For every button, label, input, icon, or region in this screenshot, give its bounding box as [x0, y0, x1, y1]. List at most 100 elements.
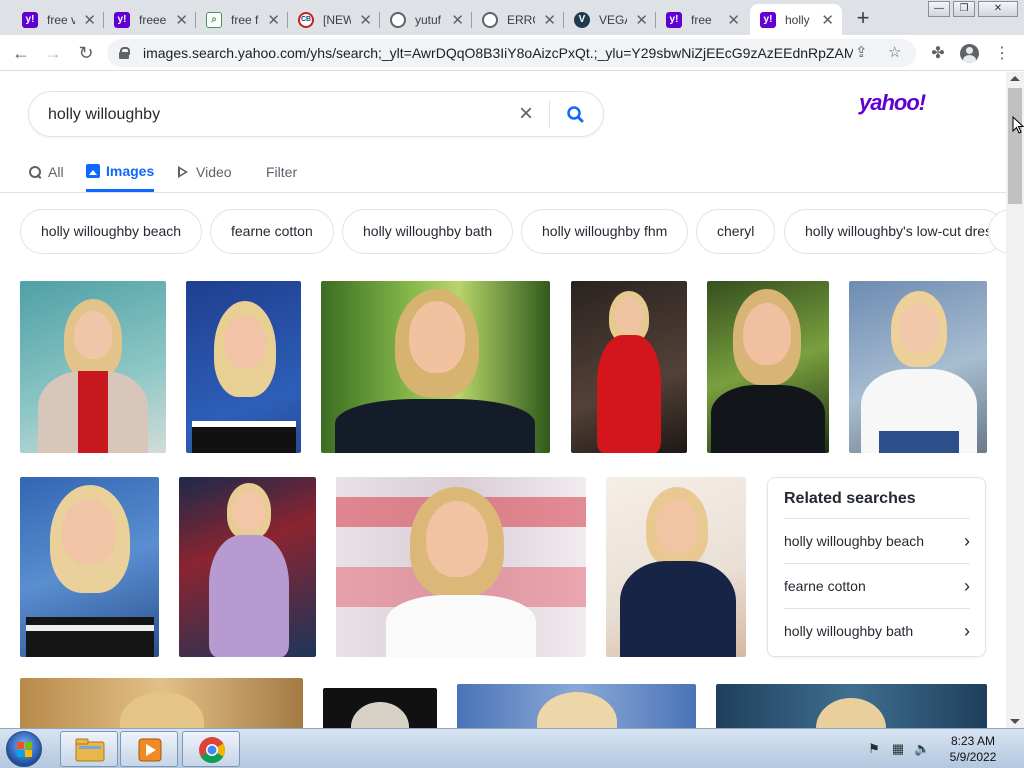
tab-label: [NEW: [323, 12, 351, 27]
search-vertical-tabs: All Images Video Filter: [0, 152, 1006, 193]
lock-icon[interactable]: [119, 47, 130, 59]
bookmark-star-icon[interactable]: ☆: [888, 43, 901, 61]
new-tab-plus-icon[interactable]: +: [853, 5, 873, 31]
image-result[interactable]: [323, 688, 437, 728]
suggestion-pill[interactable]: holly willoughby bath: [342, 209, 514, 254]
scroll-up-arrow-icon[interactable]: [1010, 76, 1020, 81]
scrollbar-thumb[interactable]: [1008, 88, 1022, 204]
page-scrollbar[interactable]: [1006, 72, 1024, 728]
forward-arrow-icon[interactable]: →: [40, 40, 66, 66]
suggestion-pill[interactable]: fearne cotton: [210, 209, 334, 254]
yahoo-icon: y!: [114, 11, 130, 28]
yahoo-logo[interactable]: yahoo!: [859, 90, 926, 116]
tab-label: free v: [47, 12, 75, 27]
related-search-item[interactable]: holly willoughby beach ›: [784, 518, 970, 563]
image-result[interactable]: [179, 477, 316, 657]
browser-tab[interactable]: V VEGA ✕: [564, 4, 656, 35]
tab-images[interactable]: Images: [86, 152, 155, 192]
extensions-puzzle-icon[interactable]: ✤: [928, 43, 948, 63]
browser-tab[interactable]: y! free v ✕: [12, 4, 104, 35]
tab-filter[interactable]: Filter: [266, 152, 297, 192]
browser-tab[interactable]: CB [NEW ✕: [288, 4, 380, 35]
globe-icon: [482, 11, 498, 28]
image-result[interactable]: [707, 281, 829, 453]
close-icon[interactable]: ✕: [821, 11, 834, 29]
scroll-down-arrow-icon[interactable]: [1010, 719, 1020, 724]
reload-icon[interactable]: ↻: [73, 40, 99, 66]
browser-tab[interactable]: y! freee ✕: [104, 4, 196, 35]
play-icon: [176, 165, 190, 179]
browser-tab[interactable]: yutuf ✕: [380, 4, 472, 35]
close-icon[interactable]: ✕: [727, 11, 740, 29]
browser-tab-active[interactable]: y! holly ✕: [750, 4, 842, 35]
minimize-icon[interactable]: —: [928, 1, 950, 17]
image-result[interactable]: [606, 477, 746, 657]
search-input[interactable]: [48, 103, 498, 127]
image-result[interactable]: [20, 678, 303, 728]
image-icon: [86, 163, 100, 178]
yahoo-icon: y!: [760, 11, 776, 28]
search-box: ×: [28, 91, 604, 137]
media-player-taskbar-button[interactable]: [120, 731, 178, 767]
browser-tab[interactable]: ⌕ free f ✕: [196, 4, 288, 35]
window-close-icon[interactable]: ✕: [978, 1, 1018, 17]
close-icon[interactable]: ✕: [543, 11, 556, 29]
suggestion-pill[interactable]: holly willoughby beach: [20, 209, 203, 254]
clear-x-icon[interactable]: ×: [513, 101, 539, 127]
volume-icon[interactable]: 🔈: [914, 741, 930, 757]
image-result[interactable]: [336, 477, 586, 657]
news-icon: CB: [298, 11, 314, 28]
search-icon: [28, 165, 42, 179]
yahoo-icon: y!: [666, 11, 682, 28]
kebab-menu-icon[interactable]: ⋮: [992, 43, 1012, 63]
windows-logo-icon: [17, 742, 33, 758]
chrome-taskbar-button[interactable]: [182, 731, 240, 767]
restore-icon[interactable]: ❐: [953, 1, 975, 17]
windows-start-button[interactable]: [6, 731, 42, 767]
tab-label: holly: [785, 12, 810, 27]
image-result[interactable]: [849, 281, 987, 453]
tab-all[interactable]: All: [28, 152, 64, 192]
browser-tab[interactable]: ERRO ✕: [472, 4, 564, 35]
windows-taskbar: ⚑ ▦ 🔈 8:23 AM 5/9/2022: [0, 728, 1024, 768]
related-searches-title: Related searches: [784, 490, 916, 507]
tab-label: free f: [231, 12, 259, 27]
image-result[interactable]: [20, 281, 166, 453]
folder-icon: [75, 738, 105, 762]
profile-avatar-icon[interactable]: [960, 44, 979, 63]
image-result[interactable]: [571, 281, 687, 453]
close-icon[interactable]: ✕: [451, 11, 464, 29]
tab-label: freee: [139, 12, 167, 27]
suggestion-pill[interactable]: holly willoughby's low-cut dres: [784, 209, 1004, 254]
related-search-item[interactable]: holly willoughby bath ›: [784, 608, 970, 653]
close-icon[interactable]: ✕: [359, 11, 372, 29]
image-result[interactable]: [186, 281, 301, 453]
globe-icon: [390, 11, 406, 28]
close-icon[interactable]: ✕: [83, 11, 96, 29]
search-magnifier-icon[interactable]: [560, 101, 590, 129]
search-doc-icon: ⌕: [206, 11, 222, 28]
chevron-right-icon: ›: [964, 621, 970, 641]
file-explorer-taskbar-button[interactable]: [60, 731, 118, 767]
image-result[interactable]: [716, 684, 987, 728]
image-result[interactable]: [20, 477, 159, 657]
tab-video[interactable]: Video: [176, 152, 232, 192]
network-icon[interactable]: ▦: [890, 741, 906, 757]
address-bar[interactable]: images.search.yahoo.com/yhs/search;_ylt=…: [107, 39, 916, 67]
close-icon[interactable]: ✕: [267, 11, 280, 29]
close-icon[interactable]: ✕: [175, 11, 188, 29]
close-icon[interactable]: ✕: [635, 11, 648, 29]
share-icon[interactable]: ⇪: [855, 43, 868, 61]
browser-tab[interactable]: y! free ✕: [656, 4, 748, 35]
browser-toolbar: ← → ↻ images.search.yahoo.com/yhs/search…: [0, 35, 1024, 71]
back-arrow-icon[interactable]: ←: [8, 40, 34, 66]
related-search-item[interactable]: fearne cotton ›: [784, 563, 970, 608]
image-result[interactable]: [457, 684, 696, 728]
url-text[interactable]: images.search.yahoo.com/yhs/search;_ylt=…: [143, 45, 853, 61]
vega-icon: V: [574, 11, 590, 28]
action-center-flag-icon[interactable]: ⚑: [866, 741, 882, 757]
image-result[interactable]: [321, 281, 550, 453]
suggestion-pill[interactable]: cheryl: [696, 209, 776, 254]
system-clock[interactable]: 8:23 AM 5/9/2022: [934, 733, 1012, 765]
suggestion-pill[interactable]: holly willoughby fhm: [521, 209, 689, 254]
